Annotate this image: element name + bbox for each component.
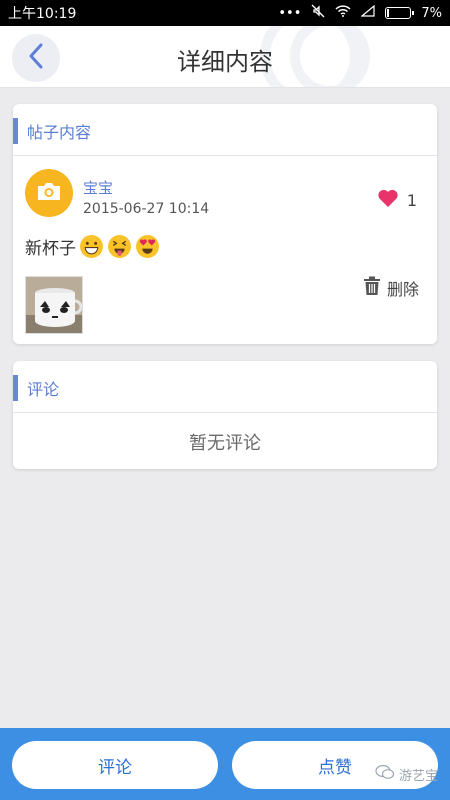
heart-icon	[377, 189, 399, 212]
battery-icon	[385, 7, 415, 19]
like-count-group[interactable]: 1	[377, 189, 417, 212]
signal-icon	[360, 4, 375, 21]
delete-label: 删除	[386, 280, 419, 299]
bottom-action-bar: 评论 点赞 游艺宝	[0, 728, 450, 800]
comments-section-header: 评论	[13, 361, 437, 413]
section-accent-bar	[13, 375, 18, 401]
comment-button[interactable]: 评论	[12, 741, 218, 789]
wechat-icon	[375, 764, 395, 784]
status-bar: 上午10:19 ••• 7%	[0, 0, 450, 26]
post-author[interactable]: 宝宝	[83, 177, 113, 198]
section-accent-bar	[13, 118, 18, 144]
mute-icon	[311, 4, 325, 22]
status-signal-dots: •••	[278, 5, 302, 21]
grinning-face-icon	[80, 235, 103, 258]
no-comments-text: 暂无评论	[189, 433, 261, 454]
post-text: 新杯子	[25, 239, 76, 259]
post-date: 2015-06-27 10:14	[83, 201, 210, 217]
like-count: 1	[406, 191, 417, 210]
avatar[interactable]	[25, 169, 73, 217]
delete-button[interactable]: 删除	[363, 276, 419, 300]
post-section-title: 帖子内容	[27, 123, 92, 142]
page-title: 详细内容	[177, 48, 273, 76]
status-icons: ••• 7%	[278, 4, 442, 22]
wifi-icon	[335, 5, 351, 21]
post-image-thumbnail[interactable]	[25, 276, 83, 334]
heart-eyes-face-icon	[136, 235, 159, 258]
trash-icon	[363, 276, 381, 300]
watermark-text: 游艺宝	[398, 768, 438, 784]
squinting-tongue-face-icon	[108, 235, 131, 258]
app-header: 详细内容	[0, 26, 450, 88]
post-section-header: 帖子内容	[13, 104, 437, 156]
post-text-row: 新杯子	[25, 234, 160, 259]
watermark: 游艺宝	[375, 764, 438, 784]
battery-percent: 7%	[421, 5, 442, 21]
comments-section-title: 评论	[27, 380, 60, 399]
comments-card: 评论 暂无评论	[13, 361, 437, 469]
status-time: 上午10:19	[8, 6, 77, 22]
camera-icon	[36, 180, 62, 206]
post-card: 帖子内容 宝宝 2015-06-27 10:14 1 新杯子 删除	[13, 104, 437, 344]
